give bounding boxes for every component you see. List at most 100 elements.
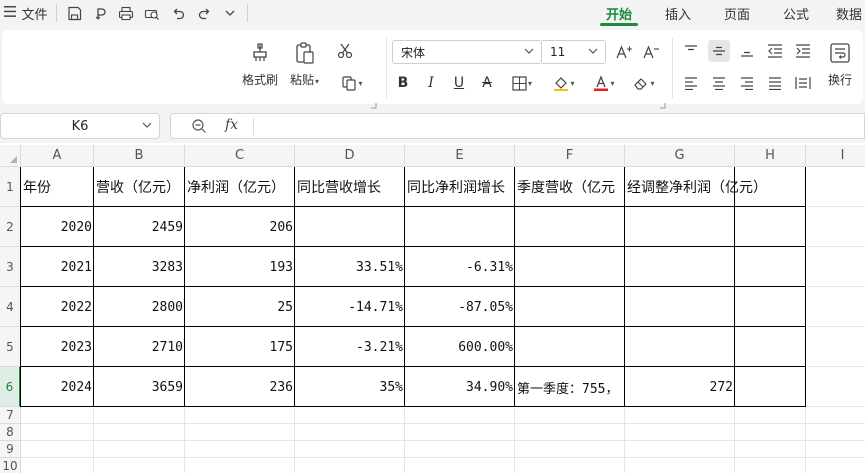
tab-home[interactable]: 开始 (596, 0, 642, 26)
italic-icon[interactable]: I (420, 72, 442, 94)
table-cell[interactable]: 175 (185, 327, 295, 367)
table-cell[interactable]: 2024 (21, 367, 94, 407)
column-header-i[interactable]: I (806, 145, 865, 167)
column-header-g[interactable]: G (625, 145, 735, 167)
decrease-indent-icon[interactable] (764, 40, 786, 62)
table-cell[interactable] (515, 287, 625, 327)
file-menu[interactable]: 文件 (0, 2, 52, 24)
row-header-2[interactable]: 2 (0, 207, 21, 247)
decrease-font-icon[interactable] (640, 41, 662, 63)
table-cell[interactable] (515, 327, 625, 367)
chevron-down-icon[interactable] (217, 2, 243, 24)
row-header-7[interactable]: 7 (0, 407, 21, 424)
row-header-4[interactable]: 4 (0, 287, 21, 327)
table-cell[interactable]: 第一季度：755， (515, 367, 625, 407)
increase-font-icon[interactable] (613, 41, 635, 63)
spreadsheet-grid[interactable]: A B C D E F G H I 1 2 3 4 5 6 7 8 9 10 年份 营收（亿元） 净利润（亿元） 同比营收增… (0, 145, 865, 473)
table-cell[interactable]: 272 (625, 367, 735, 407)
table-cell[interactable]: 2459 (94, 207, 185, 247)
table-cell[interactable] (625, 287, 735, 327)
fill-color-button[interactable]: ▾ (548, 72, 580, 94)
table-cell[interactable]: -3.21% (295, 327, 405, 367)
align-right-icon[interactable] (736, 72, 758, 94)
row-header-10[interactable]: 10 (0, 458, 21, 473)
table-cell[interactable]: 193 (185, 247, 295, 287)
undo-icon[interactable] (165, 2, 191, 24)
tab-page[interactable]: 页面 (715, 0, 759, 26)
column-header-b[interactable]: B (94, 145, 185, 167)
column-header-c[interactable]: C (185, 145, 295, 167)
column-header-a[interactable]: A (21, 145, 94, 167)
bold-icon[interactable]: B (392, 72, 414, 94)
column-header-e[interactable]: E (405, 145, 515, 167)
redo-icon[interactable] (191, 2, 217, 24)
table-cell[interactable]: -87.05% (405, 287, 515, 327)
table-cell[interactable]: 3283 (94, 247, 185, 287)
table-cell[interactable]: 236 (185, 367, 295, 407)
paste-button[interactable]: 粘贴▾ (290, 38, 319, 88)
export-pdf-icon[interactable] (87, 2, 113, 24)
increase-indent-icon[interactable] (792, 40, 814, 62)
font-name-select[interactable]: 宋体 (392, 40, 542, 64)
table-cell[interactable] (405, 207, 515, 247)
row-header-8[interactable]: 8 (0, 424, 21, 441)
table-cell[interactable]: 2023 (21, 327, 94, 367)
font-size-select[interactable]: 11 (542, 40, 606, 64)
table-cell[interactable] (295, 207, 405, 247)
tab-insert[interactable]: 插入 (656, 0, 700, 26)
insert-function-icon[interactable]: fx (225, 117, 238, 133)
align-bottom-icon[interactable] (736, 40, 758, 62)
table-cell[interactable]: 3659 (94, 367, 185, 407)
table-cell[interactable] (515, 247, 625, 287)
header-cell[interactable]: 营收（亿元） (94, 167, 185, 207)
copy-button[interactable]: ▾ (336, 72, 368, 94)
row-header-3[interactable]: 3 (0, 247, 21, 287)
header-cell[interactable]: 季度营收（亿元 (515, 167, 625, 207)
tab-formulas[interactable]: 公式 (774, 0, 818, 26)
column-header-f[interactable]: F (515, 145, 625, 167)
row-header-9[interactable]: 9 (0, 441, 21, 458)
align-middle-icon[interactable] (708, 40, 730, 62)
table-cell[interactable]: 2021 (21, 247, 94, 287)
column-header-d[interactable]: D (295, 145, 405, 167)
format-painter-button[interactable]: 格式刷 (242, 38, 278, 88)
header-cell[interactable]: 同比净利润增长 (405, 167, 515, 207)
name-box[interactable]: K6 (0, 113, 160, 139)
table-cell[interactable] (625, 207, 735, 247)
header-cell[interactable]: 经调整净利润（亿元） (625, 167, 825, 207)
tab-data[interactable]: 数据 (836, 0, 865, 26)
select-all-corner[interactable] (0, 145, 21, 167)
row-header-6[interactable]: 6 (0, 367, 21, 407)
align-center-icon[interactable] (708, 72, 730, 94)
table-cell[interactable]: 206 (185, 207, 295, 247)
table-cell[interactable]: 2020 (21, 207, 94, 247)
table-cell[interactable]: 2022 (21, 287, 94, 327)
row-header-1[interactable]: 1 (0, 167, 21, 207)
save-icon[interactable] (61, 2, 87, 24)
distributed-align-icon[interactable] (792, 72, 814, 94)
formula-input[interactable]: fx (170, 113, 865, 139)
cut-icon[interactable] (334, 40, 356, 62)
table-cell[interactable]: 25 (185, 287, 295, 327)
table-cell[interactable] (625, 327, 735, 367)
borders-button[interactable]: ▾ (506, 72, 538, 94)
header-cell[interactable]: 同比营收增长 (295, 167, 405, 207)
table-cell[interactable]: 34.90% (405, 367, 515, 407)
table-cell[interactable] (625, 247, 735, 287)
underline-icon[interactable]: U (448, 72, 470, 94)
table-cell[interactable]: -14.71% (295, 287, 405, 327)
table-cell[interactable]: -6.31% (405, 247, 515, 287)
print-icon[interactable] (113, 2, 139, 24)
header-cell[interactable]: 年份 (21, 167, 94, 207)
table-cell[interactable]: 33.51% (295, 247, 405, 287)
zoom-icon[interactable] (191, 118, 207, 138)
clear-button[interactable]: ▾ (628, 72, 660, 94)
table-cell[interactable] (515, 207, 625, 247)
strikethrough-icon[interactable]: A (476, 72, 498, 94)
justify-icon[interactable] (764, 72, 786, 94)
table-cell[interactable]: 600.00% (405, 327, 515, 367)
table-cell[interactable]: 35% (295, 367, 405, 407)
print-preview-icon[interactable] (139, 2, 165, 24)
row-header-5[interactable]: 5 (0, 327, 21, 367)
table-cell[interactable]: 2800 (94, 287, 185, 327)
